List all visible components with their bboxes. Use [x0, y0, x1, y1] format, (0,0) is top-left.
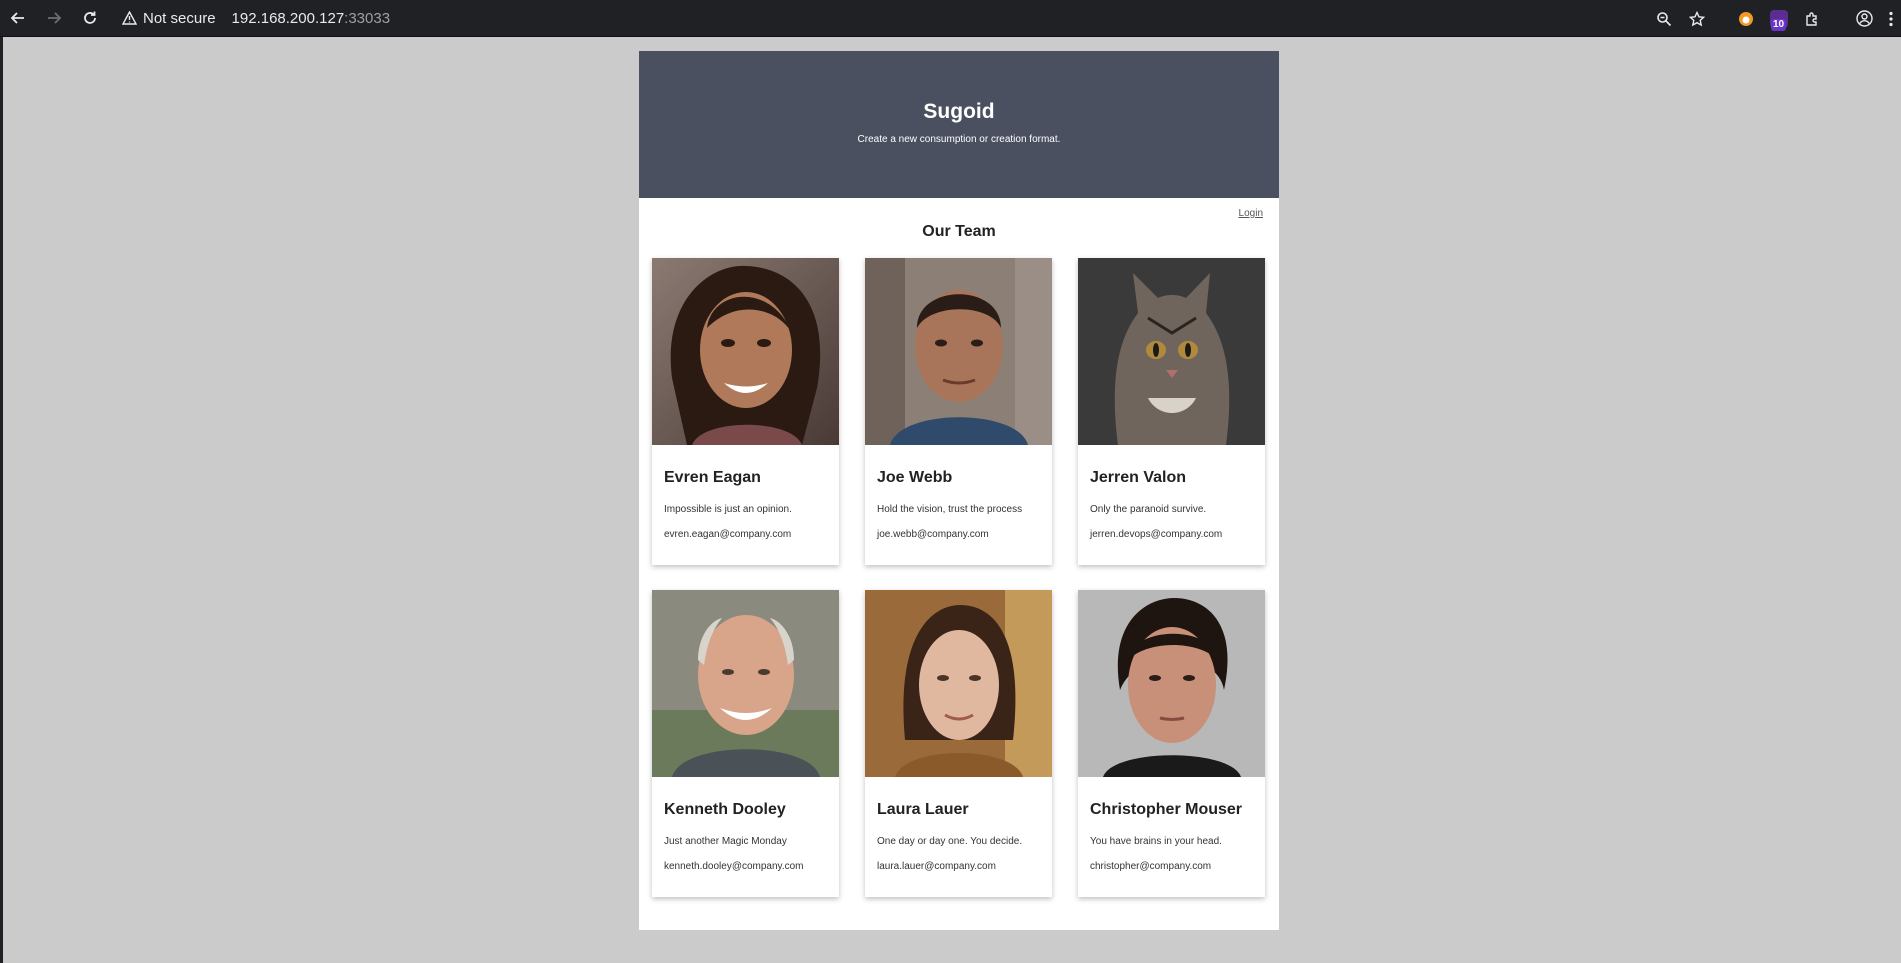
extensions-button[interactable] [1795, 0, 1828, 37]
site-title: Sugoid [923, 100, 995, 123]
member-quote: Impossible is just an opinion. [664, 504, 792, 515]
back-button[interactable] [0, 0, 36, 37]
url-port: :33033 [344, 9, 391, 27]
extension-fox-button[interactable] [1729, 0, 1762, 37]
extension-badge-button[interactable]: 10 [1762, 0, 1795, 37]
member-quote: You have brains in your head. [1090, 836, 1222, 847]
member-name: Christopher Mouser [1090, 801, 1243, 818]
security-indicator[interactable]: Not secure [122, 10, 216, 27]
bookmark-button[interactable] [1680, 0, 1713, 37]
team-grid: Evren Eagan Impossible is just an opinio… [639, 258, 1279, 897]
member-quote: Only the paranoid survive. [1090, 504, 1207, 515]
reload-icon [84, 11, 96, 24]
page-container: Sugoid Create a new consumption or creat… [639, 51, 1279, 930]
reload-button[interactable] [72, 0, 108, 37]
team-card: Christopher Mouser You have brains in yo… [1078, 590, 1265, 897]
profile-photo [652, 258, 839, 445]
hero-banner: Sugoid Create a new consumption or creat… [639, 51, 1279, 198]
browser-toolbar: Not secure 192.168.200.127:33033 10 [0, 0, 1901, 37]
member-email: evren.eagan@company.com [664, 529, 792, 540]
profile-photo [865, 590, 1052, 777]
member-quote: One day or day one. You decide. [877, 836, 1023, 847]
login-link[interactable]: Login [1239, 208, 1263, 219]
member-email: kenneth.dooley@company.com [664, 861, 804, 872]
fox-extension-icon [1738, 11, 1753, 26]
zoom-button[interactable] [1647, 0, 1680, 37]
extension-icon: 10 [1769, 9, 1788, 31]
profile-photo [652, 590, 839, 777]
kebab-menu-icon [1889, 11, 1893, 26]
forward-arrow-icon [48, 12, 62, 24]
member-name: Jerren Valon [1090, 469, 1187, 486]
site-tagline: Create a new consumption or creation for… [857, 134, 1061, 145]
member-quote: Just another Magic Monday [664, 836, 787, 847]
window-edge [0, 37, 3, 963]
team-card: Kenneth Dooley Just another Magic Monday… [652, 590, 839, 897]
member-name: Evren Eagan [664, 469, 761, 486]
team-card: Jerren Valon Only the paranoid survive. … [1078, 258, 1265, 565]
zoom-icon [1656, 11, 1671, 26]
profile-button[interactable] [1848, 0, 1881, 37]
section-title: Our Team [922, 223, 996, 240]
security-label: Not secure [143, 9, 216, 27]
member-name: Joe Webb [877, 469, 953, 486]
login-row: Login [639, 198, 1279, 222]
profile-photo [1078, 590, 1265, 777]
member-email: christopher@company.com [1090, 861, 1212, 872]
address-bar[interactable]: Not secure 192.168.200.127:33033 [122, 0, 390, 37]
member-email: jerren.devops@company.com [1090, 529, 1223, 540]
team-card: Joe Webb Hold the vision, trust the proc… [865, 258, 1052, 565]
member-quote: Hold the vision, trust the process [877, 504, 1023, 515]
profile-photo [865, 258, 1052, 445]
forward-button[interactable] [36, 0, 72, 37]
member-name: Kenneth Dooley [664, 801, 786, 818]
extension-badge-count: 10 [1770, 18, 1787, 31]
member-email: joe.webb@company.com [877, 529, 989, 540]
back-arrow-icon [10, 12, 24, 24]
star-icon [1688, 10, 1705, 26]
url-host: 192.168.200.127 [231, 9, 345, 27]
warning-icon [122, 11, 137, 25]
member-name: Laura Lauer [877, 801, 969, 818]
menu-button[interactable] [1881, 0, 1901, 37]
profile-icon [1856, 10, 1873, 27]
team-card: Evren Eagan Impossible is just an opinio… [652, 258, 839, 565]
member-email: laura.lauer@company.com [877, 861, 996, 872]
puzzle-icon [1805, 11, 1817, 26]
profile-photo [1078, 258, 1265, 445]
team-card: Laura Lauer One day or day one. You deci… [865, 590, 1052, 897]
